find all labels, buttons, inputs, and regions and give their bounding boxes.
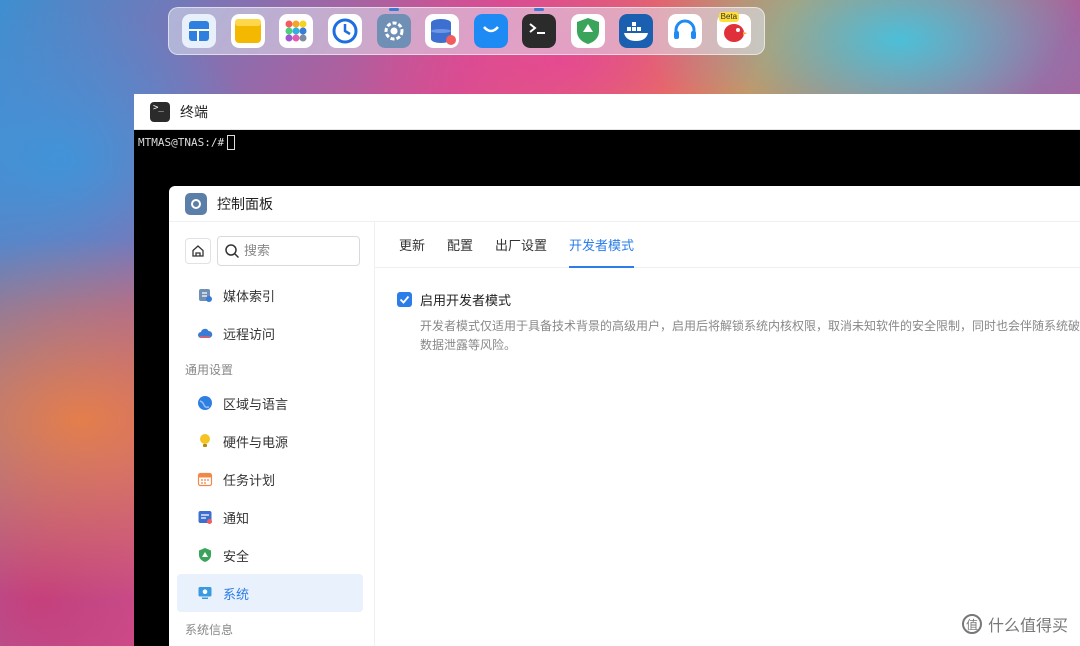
dock-app-storage[interactable] (425, 14, 460, 48)
terminal-prompt: MTMAS@TNAS:/# (138, 136, 225, 149)
dock-app-support[interactable] (668, 14, 703, 48)
sidebar-item-label: 远程访问 (223, 327, 276, 343)
file-manager-icon (182, 14, 217, 48)
shopping-bag-icon (473, 14, 508, 48)
app-center-icon (279, 14, 314, 48)
developer-mode-description: 开发者模式仅适用于具备技术背景的高级用户，启用后将解锁系统内核权限，取消未知软件… (420, 319, 1080, 352)
enable-developer-mode-checkbox[interactable] (397, 292, 412, 307)
section-header-general: 通用设置 (185, 363, 234, 377)
terminal-body[interactable]: MTMAS@TNAS:/# (134, 130, 1080, 155)
tab-config[interactable]: 配置 (447, 221, 473, 267)
section-header-system-info: 系统信息 (185, 623, 234, 637)
calendar-icon (197, 472, 213, 487)
sidebar-item-task-schedule[interactable]: 任务计划 (177, 460, 363, 498)
sidebar-item-remote-access[interactable]: 远程访问 (177, 314, 363, 352)
docker-icon (619, 14, 654, 48)
dock-app-docker[interactable] (619, 14, 654, 48)
sidebar-item-label: 媒体索引 (223, 289, 276, 305)
bulb-icon (200, 434, 210, 447)
cloud-icon (198, 328, 213, 338)
tab-factory-reset[interactable]: 出厂设置 (495, 221, 547, 267)
sidebar-item-label: 通知 (223, 511, 250, 527)
terminal-title: 终端 (180, 104, 208, 121)
home-button[interactable] (185, 238, 211, 264)
sidebar-item-label: 区域与语言 (223, 397, 289, 413)
search-box[interactable] (217, 236, 360, 266)
sidebar-item-label: 任务计划 (223, 473, 276, 489)
window-title: 控制面板 (217, 196, 273, 213)
sidebar-item-system[interactable]: 系统 (177, 574, 363, 612)
watermark-text: 什么值得买 (987, 616, 1068, 635)
sidebar-item-notification[interactable]: 通知 (177, 498, 363, 536)
main-content: 更新 配置 出厂设置 开发者模式 启用开发者模式 开发者模式仅适用于具备技术背景… (375, 222, 1080, 646)
control-panel-titlebar[interactable]: 控制面板 (169, 186, 1080, 222)
clock-icon (328, 14, 363, 48)
terminal-icon (150, 101, 170, 122)
dock-app-control-panel[interactable] (376, 8, 411, 48)
notification-icon (198, 511, 212, 524)
terminal-titlebar[interactable]: 终端 (134, 94, 1080, 130)
watermark: 值 什么值得买 (961, 612, 1068, 636)
tab-developer-mode[interactable]: 开发者模式 (569, 221, 635, 268)
sidebar: 媒体索引 远程访问 通用设置 区域与语言 硬件与电源 任务计划 通知 (169, 222, 375, 646)
dock: Beta (168, 7, 765, 55)
media-index-icon (199, 289, 212, 302)
dock-app-store[interactable] (473, 14, 508, 48)
tab-bar: 更新 配置 出厂设置 开发者模式 (375, 222, 1080, 268)
control-panel-window[interactable]: 控制面板 媒体索引 远程访问 通用设置 区域与语言 (169, 186, 1080, 646)
sidebar-item-region-language[interactable]: 区域与语言 (177, 384, 363, 422)
security-shield-icon (570, 14, 605, 48)
globe-icon (198, 396, 212, 410)
dock-app-terminal[interactable] (522, 8, 557, 48)
search-icon (225, 244, 240, 259)
support-headset-icon (668, 14, 703, 48)
sidebar-item-label: 硬件与电源 (223, 435, 289, 451)
dock-app-notes[interactable] (230, 14, 265, 48)
tab-update[interactable]: 更新 (399, 221, 425, 267)
settings-icon (185, 192, 207, 215)
terminal-cursor (227, 135, 236, 150)
beta-badge: Beta (718, 12, 740, 22)
sidebar-item-label: 系统 (223, 587, 250, 603)
developer-mode-setting: 启用开发者模式 开发者模式仅适用于具备技术背景的高级用户，启用后将解锁系统内核权… (375, 268, 1080, 355)
dock-app-app-center[interactable] (279, 14, 314, 48)
notes-icon (230, 14, 265, 48)
checkmark-icon (399, 295, 410, 304)
home-icon (192, 245, 204, 257)
sidebar-item-security[interactable]: 安全 (177, 536, 363, 574)
checkbox-label[interactable]: 启用开发者模式 (420, 290, 511, 309)
search-input[interactable] (244, 243, 354, 259)
dock-app-clock[interactable] (328, 14, 363, 48)
dock-app-security[interactable] (570, 14, 605, 48)
storage-icon (425, 14, 460, 48)
sidebar-list: 媒体索引 远程访问 通用设置 区域与语言 硬件与电源 任务计划 通知 安全 系统… (169, 276, 374, 644)
terminal-icon (522, 14, 557, 48)
sidebar-item-label: 安全 (223, 549, 250, 565)
dock-app-file-manager[interactable] (182, 14, 217, 48)
running-indicator (534, 8, 545, 11)
sidebar-item-media-index[interactable]: 媒体索引 (177, 276, 363, 314)
shield-icon (199, 548, 211, 562)
running-indicator (388, 8, 399, 11)
watermark-logo-icon: 值 (961, 614, 982, 634)
monitor-icon (198, 587, 212, 599)
sidebar-item-hardware-power[interactable]: 硬件与电源 (177, 422, 363, 460)
settings-icon (376, 14, 411, 48)
dock-app-beta[interactable]: Beta (716, 12, 751, 48)
